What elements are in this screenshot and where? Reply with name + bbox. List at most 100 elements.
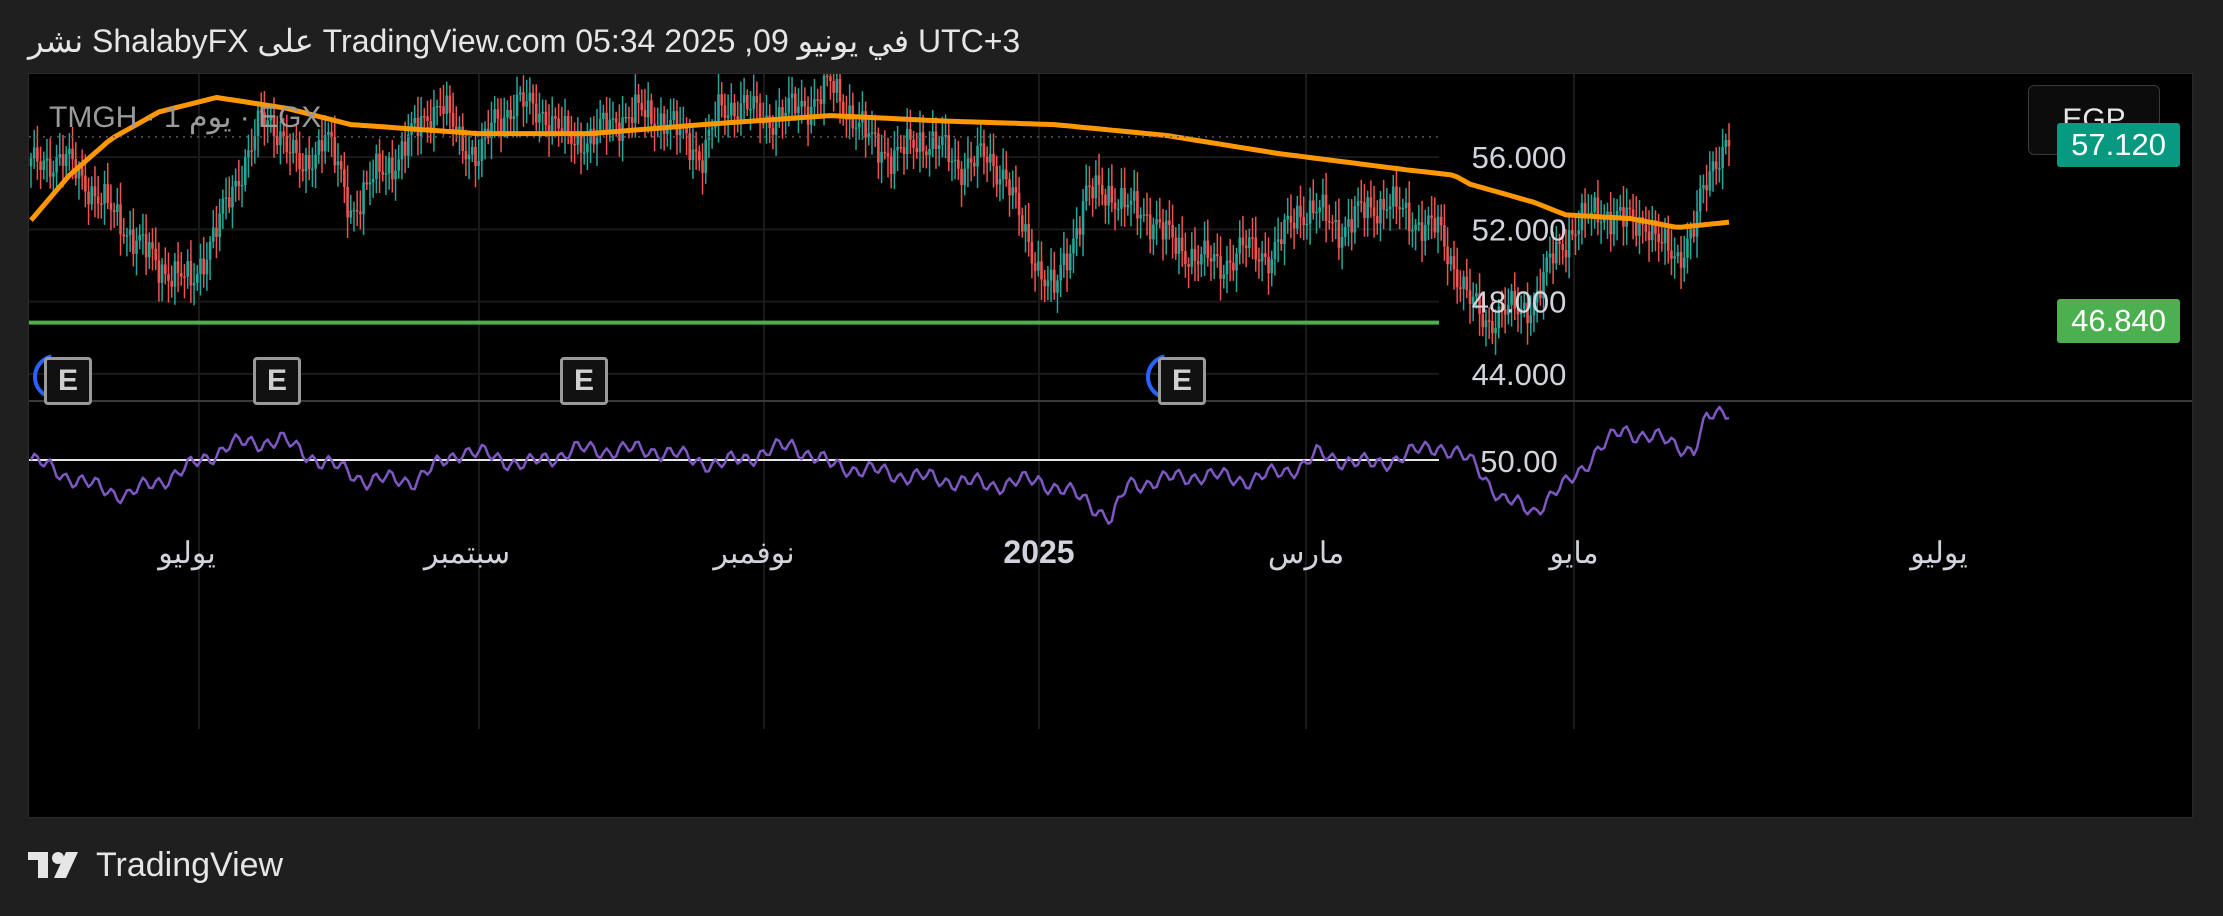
candle-body bbox=[720, 94, 724, 106]
candle-body bbox=[148, 242, 151, 258]
candle-body bbox=[1337, 219, 1341, 248]
earnings-marker[interactable]: E bbox=[253, 357, 301, 405]
candle-body bbox=[1343, 227, 1347, 238]
candle-body bbox=[1126, 204, 1130, 208]
candle-body bbox=[934, 131, 938, 150]
time-axis-label: مارس bbox=[1268, 537, 1344, 571]
candle-body bbox=[1094, 175, 1098, 199]
earnings-marker[interactable]: E bbox=[44, 357, 92, 405]
candle-body bbox=[1084, 185, 1088, 202]
candle-body bbox=[1116, 208, 1120, 211]
candle-body bbox=[87, 191, 90, 205]
candle-body bbox=[224, 197, 228, 199]
candle-body bbox=[288, 152, 292, 154]
candle-body bbox=[1110, 185, 1114, 203]
candle-body bbox=[186, 260, 189, 277]
candle-body bbox=[1091, 186, 1094, 199]
candle-body bbox=[742, 95, 746, 104]
candle-body bbox=[1593, 197, 1596, 213]
candle-body bbox=[1545, 257, 1549, 273]
price-axis-label: 48.000 bbox=[1472, 285, 1567, 320]
candle-body bbox=[39, 161, 42, 171]
candle-body bbox=[1289, 215, 1293, 223]
candle-body bbox=[240, 184, 244, 187]
candle-body bbox=[883, 151, 887, 154]
candle-body bbox=[103, 184, 106, 204]
candle-body bbox=[957, 159, 960, 169]
candle-body bbox=[1196, 260, 1200, 265]
candle-body bbox=[1318, 207, 1321, 212]
candle-body bbox=[128, 229, 132, 236]
rsi-axis-label: 50.00 bbox=[1480, 444, 1558, 479]
candle-body bbox=[138, 235, 142, 241]
candle-body bbox=[61, 154, 65, 166]
candle-body bbox=[1420, 222, 1424, 241]
candle-body bbox=[1452, 256, 1456, 270]
candle-body bbox=[912, 139, 915, 148]
candle-body bbox=[352, 209, 356, 212]
candle-body bbox=[250, 150, 253, 152]
candle-body bbox=[1113, 202, 1117, 209]
brand-name[interactable]: TradingView bbox=[96, 846, 283, 885]
candle-body bbox=[218, 213, 221, 237]
time-axis-label: يوليو bbox=[1908, 537, 1968, 571]
candle-body bbox=[29, 158, 33, 167]
candle-body bbox=[189, 260, 193, 286]
candle-body bbox=[291, 139, 295, 154]
candle-body bbox=[1161, 222, 1165, 240]
candle-body bbox=[1209, 258, 1213, 262]
candle-body bbox=[1647, 231, 1651, 241]
candle-body bbox=[1718, 168, 1721, 170]
candle-body bbox=[586, 143, 589, 153]
candle-body bbox=[1551, 253, 1555, 264]
candle-body bbox=[1171, 224, 1174, 238]
candle-body bbox=[1062, 253, 1066, 266]
candle-body bbox=[1280, 239, 1283, 244]
candle-body bbox=[774, 121, 778, 135]
candle-body bbox=[1187, 264, 1190, 267]
candle-body bbox=[1043, 279, 1046, 287]
candle-body bbox=[1276, 239, 1280, 242]
candle-body bbox=[154, 248, 158, 261]
candle-body bbox=[1072, 238, 1075, 254]
candle-body bbox=[400, 141, 404, 160]
candle-body bbox=[1363, 202, 1366, 219]
tradingview-logo-icon[interactable] bbox=[28, 850, 84, 882]
chart-canvas[interactable]: 56.000 52.000 48.000 44.000 50.00 يوليو سبتم… bbox=[29, 74, 2193, 818]
candle-body bbox=[1692, 229, 1696, 237]
earnings-marker[interactable]: E bbox=[1158, 357, 1206, 405]
candle-body bbox=[384, 173, 388, 175]
candle-body bbox=[1398, 206, 1401, 210]
chart-frame[interactable]: 56.000 52.000 48.000 44.000 50.00 يوليو سبتم… bbox=[28, 73, 2193, 818]
candle-body bbox=[1698, 188, 1702, 212]
candle-body bbox=[752, 96, 755, 109]
candle-body bbox=[96, 196, 100, 204]
candle-body bbox=[563, 115, 567, 133]
candle-body bbox=[1334, 219, 1337, 223]
candle-body bbox=[1014, 187, 1018, 193]
candle-body bbox=[1040, 261, 1043, 280]
candle-body bbox=[368, 182, 372, 185]
symbol-legend[interactable]: TMGH · 1 يوم · EGX bbox=[49, 100, 321, 135]
candle-body bbox=[1136, 191, 1139, 219]
candle-body bbox=[183, 276, 186, 279]
candle-body bbox=[1005, 169, 1008, 180]
candle-body bbox=[1296, 205, 1299, 229]
candle-body bbox=[1644, 224, 1648, 232]
candle-body bbox=[1283, 219, 1286, 244]
candle-body bbox=[630, 117, 634, 123]
candle-body bbox=[1369, 197, 1373, 208]
earnings-marker[interactable]: E bbox=[560, 357, 608, 405]
candle-body bbox=[522, 92, 525, 107]
candle-body bbox=[301, 169, 305, 172]
candle-body bbox=[173, 261, 177, 287]
candle-body bbox=[1139, 214, 1142, 219]
candle-body bbox=[979, 143, 983, 146]
candle-body bbox=[1248, 237, 1251, 249]
candle-body bbox=[1148, 214, 1152, 240]
candle-body bbox=[717, 94, 720, 121]
candle-body bbox=[928, 148, 931, 156]
candle-body bbox=[1359, 201, 1363, 203]
candle-body bbox=[112, 209, 116, 212]
candle-body bbox=[55, 157, 58, 173]
